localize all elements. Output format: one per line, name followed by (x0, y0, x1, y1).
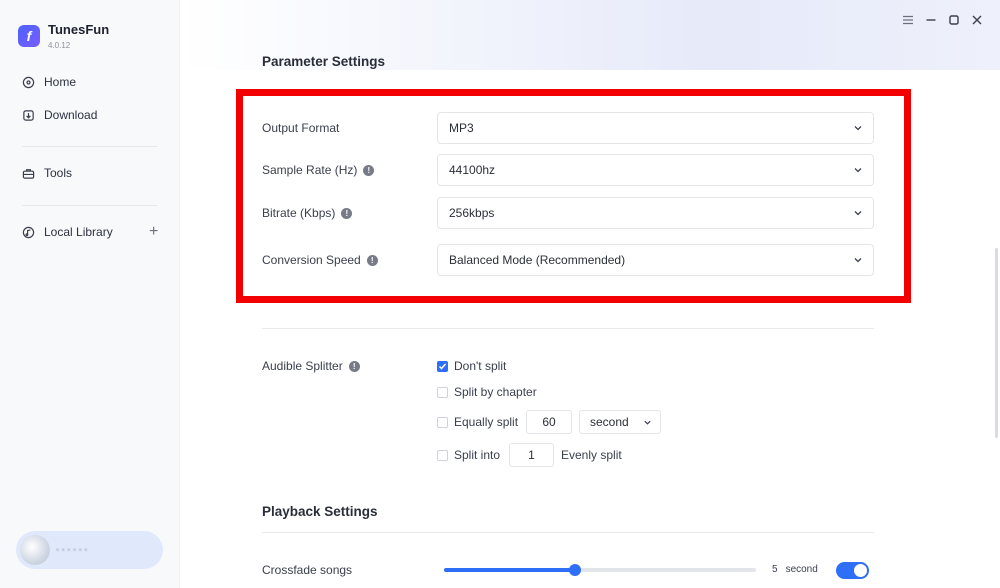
split-into-label: Split into (454, 448, 501, 462)
equally-split-option[interactable]: Equally split (437, 415, 518, 429)
sidebar-item-label: Download (44, 108, 98, 122)
section-divider (262, 532, 874, 533)
sidebar-item-label: Local Library (44, 225, 113, 239)
brand: f TunesFun 4.0.12 (18, 22, 109, 50)
playback-settings-title: Playback Settings (262, 504, 378, 519)
sidebar-item-label: Home (44, 75, 77, 89)
dont-split-label: Don't split (454, 359, 507, 373)
app-name: TunesFun (48, 22, 110, 37)
crossfade-slider[interactable] (444, 564, 756, 576)
home-icon (22, 76, 35, 88)
split-by-chapter-option[interactable]: Split by chapter (437, 385, 537, 399)
equally-split-unit: second (590, 415, 629, 429)
menu-icon[interactable] (900, 12, 916, 28)
split-by-chapter-checkbox[interactable] (437, 386, 448, 398)
crossfade-unit: second (785, 564, 818, 575)
audible-splitter-label: Audible Splitter ! (262, 359, 360, 373)
evenly-split-label: Evenly split (561, 448, 622, 462)
user-account-pill[interactable]: • • • • • • (16, 531, 163, 569)
section-divider (262, 328, 874, 329)
evenly-split-text: Evenly split (561, 448, 622, 462)
dont-split-checkbox[interactable] (437, 360, 448, 372)
chevron-down-icon (644, 420, 651, 425)
crossfade-label-text: Crossfade songs (262, 563, 353, 577)
crossfade-slider-fill (444, 568, 575, 572)
sidebar-divider (22, 205, 157, 206)
app-version: 4.0.12 (48, 41, 71, 50)
highlight-box (236, 89, 911, 303)
music-disc-icon (22, 226, 35, 238)
split-into-option[interactable]: Split into (437, 448, 500, 462)
sidebar: f TunesFun 4.0.12 Home Download Tools Lo… (0, 0, 180, 588)
sidebar-item-local-library[interactable]: Local Library (22, 225, 113, 239)
user-name: • • • • • • (56, 545, 88, 555)
sidebar-item-download[interactable]: Download (22, 108, 97, 122)
dont-split-option[interactable]: Don't split (437, 359, 506, 373)
add-library-icon[interactable]: + (149, 224, 158, 240)
app-logo-icon: f (18, 25, 40, 47)
toolbox-icon (22, 168, 35, 179)
audible-splitter-label-text: Audible Splitter (262, 359, 343, 373)
crossfade-readout: 5 second (772, 564, 818, 575)
sidebar-item-home[interactable]: Home (22, 75, 76, 89)
crossfade-slider-handle[interactable] (569, 564, 581, 576)
maximize-icon[interactable] (946, 12, 962, 28)
sidebar-item-label: Tools (44, 166, 73, 180)
crossfade-label: Crossfade songs (262, 563, 352, 577)
avatar (20, 535, 50, 565)
split-by-chapter-label: Split by chapter (454, 385, 537, 399)
crossfade-toggle[interactable] (836, 562, 869, 579)
equally-split-input[interactable]: 60 (526, 410, 572, 434)
sidebar-item-tools[interactable]: Tools (22, 166, 72, 180)
split-into-checkbox[interactable] (437, 449, 448, 461)
minimize-icon[interactable] (923, 12, 939, 28)
split-into-input[interactable]: 1 (509, 443, 554, 467)
equally-split-checkbox[interactable] (437, 416, 448, 428)
download-icon (23, 109, 34, 121)
toggle-knob (854, 564, 867, 577)
equally-split-label: Equally split (454, 415, 519, 429)
close-icon[interactable] (969, 12, 985, 28)
scrollbar[interactable] (995, 248, 998, 438)
equally-split-unit-select[interactable]: second (579, 410, 661, 434)
parameter-settings-title: Parameter Settings (262, 54, 386, 69)
crossfade-value: 5 (772, 564, 778, 575)
info-icon[interactable]: ! (348, 360, 360, 372)
sidebar-divider (22, 146, 157, 147)
